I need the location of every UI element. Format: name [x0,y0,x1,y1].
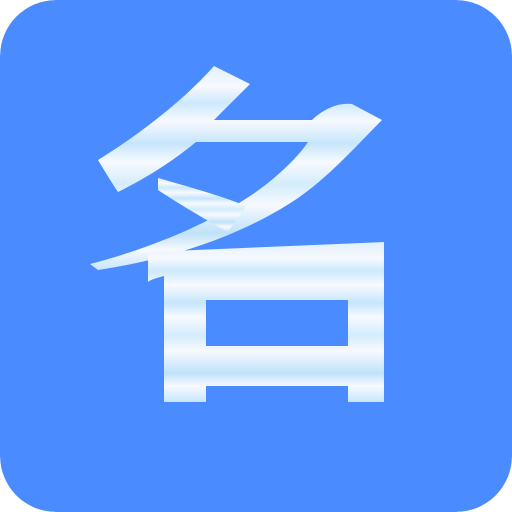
app-icon[interactable]: 名 [0,0,512,512]
ming-character-icon [0,0,512,512]
